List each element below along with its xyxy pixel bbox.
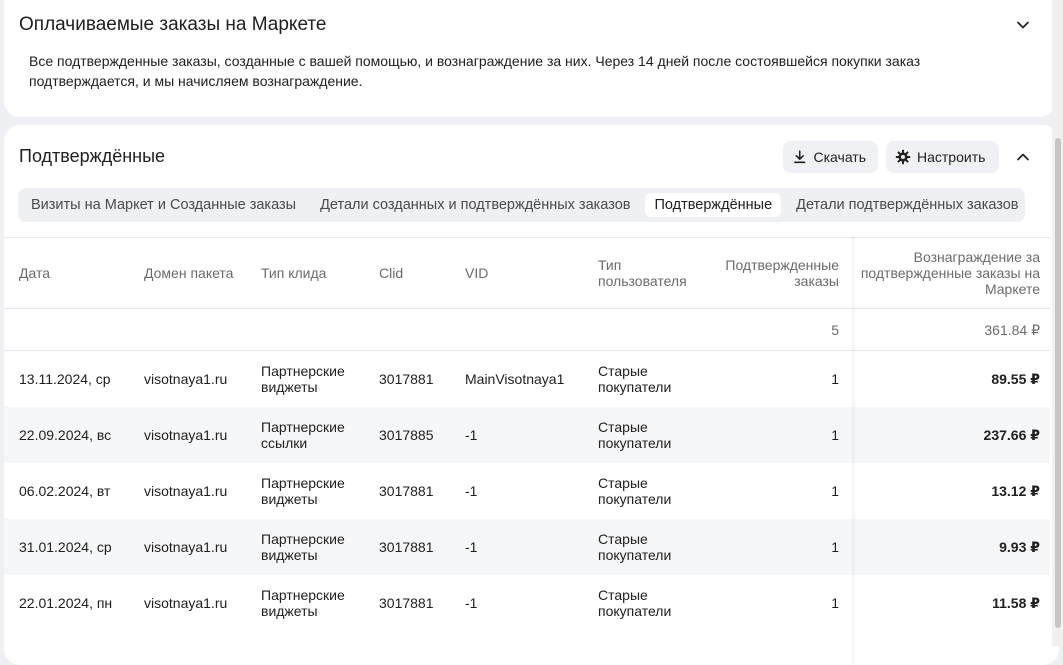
cell-orders: 1 [831,427,839,443]
table-row: 06.02.2024, вт visotnaya1.ru Партнерские… [4,463,1050,519]
sticky-column-shadow [852,237,856,665]
cell-user-type: Старые покупатели [598,475,672,507]
header-orders[interactable]: Подтвержденные заказы [700,238,839,308]
cell-vid: -1 [465,427,478,443]
cell-user-type: Старые покупатели [598,363,672,395]
cell-click-type: Партнерские виджеты [261,531,345,563]
cell-domain: visotnaya1.ru [144,483,228,499]
table-totals-row: 5 361.84 ₽ [4,309,1050,351]
cell-click-type: Партнерские виджеты [261,587,345,619]
confirmed-title: Подтверждённые [19,146,166,166]
report-tabs: Визиты на Маркет и Созданные заказы Дета… [18,188,1025,222]
cell-date: 31.01.2024, ср [19,539,112,555]
cell-date: 06.02.2024, вт [19,483,111,499]
cell-vid: -1 [465,595,478,611]
download-icon [794,150,806,164]
cell-orders: 1 [831,483,839,499]
table-row: 31.01.2024, ср visotnaya1.ru Партнерские… [4,519,1050,575]
download-button[interactable]: Скачать [783,141,878,173]
header-clid[interactable]: Clid [379,238,459,308]
cell-reward: 11.58 ₽ [992,595,1040,611]
cell-click-type: Партнерские виджеты [261,475,345,507]
cell-reward: 237.66 ₽ [983,427,1040,443]
total-reward: 361.84 ₽ [984,321,1040,338]
tab-confirmed-details[interactable]: Детали подтверждённых заказов [787,193,1027,217]
header-domain[interactable]: Домен пакета [144,238,254,308]
table-row: 13.11.2024, ср visotnaya1.ru Партнерские… [4,351,1050,407]
cell-user-type: Старые покупатели [598,419,672,451]
table-row: 22.01.2024, пн visotnaya1.ru Партнерские… [4,575,1050,631]
cell-orders: 1 [831,539,839,555]
total-orders: 5 [831,321,839,338]
cell-vid: MainVisotnaya1 [465,371,565,387]
header-click-type[interactable]: Тип клида [261,238,371,308]
cell-orders: 1 [831,595,839,611]
cell-vid: -1 [465,539,478,555]
cell-clid: 3017881 [379,595,434,611]
settings-label: Настроить [917,149,986,165]
orders-table: Дата Домен пакета Тип клида Clid VID Тип… [4,237,1059,665]
cell-user-type: Старые покупатели [598,531,672,563]
cell-domain: visotnaya1.ru [144,371,228,387]
tab-confirmed[interactable]: Подтверждённые [645,193,782,217]
download-label: Скачать [813,149,867,165]
gear-icon [895,149,911,165]
chevron-down-icon[interactable] [1013,15,1033,35]
cell-clid: 3017881 [379,539,434,555]
table-header-row: Дата Домен пакета Тип клида Clid VID Тип… [4,237,1050,309]
cell-reward: 89.55 ₽ [991,371,1040,387]
tab-visits-and-created[interactable]: Визиты на Маркет и Созданные заказы [22,193,305,217]
paid-orders-title: Оплачиваемые заказы на Маркете [19,14,327,35]
header-date[interactable]: Дата [19,238,139,308]
tab-created-and-confirmed-details[interactable]: Детали созданных и подтверждённых заказо… [311,193,639,217]
paid-orders-card: Оплачиваемые заказы на Маркете Все подтв… [4,0,1055,117]
cell-reward: 9.93 ₽ [999,539,1040,555]
chevron-up-icon[interactable] [1013,147,1033,167]
cell-reward: 13.12 ₽ [991,483,1040,499]
cell-domain: visotnaya1.ru [144,539,228,555]
cell-clid: 3017881 [379,483,434,499]
cell-click-type: Партнерские ссылки [261,419,345,451]
table-row: 22.09.2024, вс visotnaya1.ru Партнерские… [4,407,1050,463]
cell-date: 22.09.2024, вс [19,427,112,443]
cell-vid: -1 [465,483,478,499]
confirmed-card: Подтверждённые Скачать Настроить Визиты … [4,125,1059,665]
scrollbar-thumb[interactable] [1055,138,1061,628]
header-vid[interactable]: VID [465,238,595,308]
cell-date: 13.11.2024, ср [19,371,111,387]
cell-click-type: Партнерские виджеты [261,363,345,395]
cell-date: 22.01.2024, пн [19,595,113,611]
paid-orders-description: Все подтвержденные заказы, созданные с в… [29,53,921,89]
cell-orders: 1 [831,371,839,387]
cell-clid: 3017885 [379,427,434,443]
cell-domain: visotnaya1.ru [144,427,228,443]
cell-clid: 3017881 [379,371,434,387]
cell-domain: visotnaya1.ru [144,595,228,611]
cell-user-type: Старые покупатели [598,587,672,619]
settings-button[interactable]: Настроить [886,141,999,173]
header-reward[interactable]: Вознаграждение за подтвержденные заказы … [856,238,1040,308]
header-user-type[interactable]: Тип пользователя [598,238,708,308]
